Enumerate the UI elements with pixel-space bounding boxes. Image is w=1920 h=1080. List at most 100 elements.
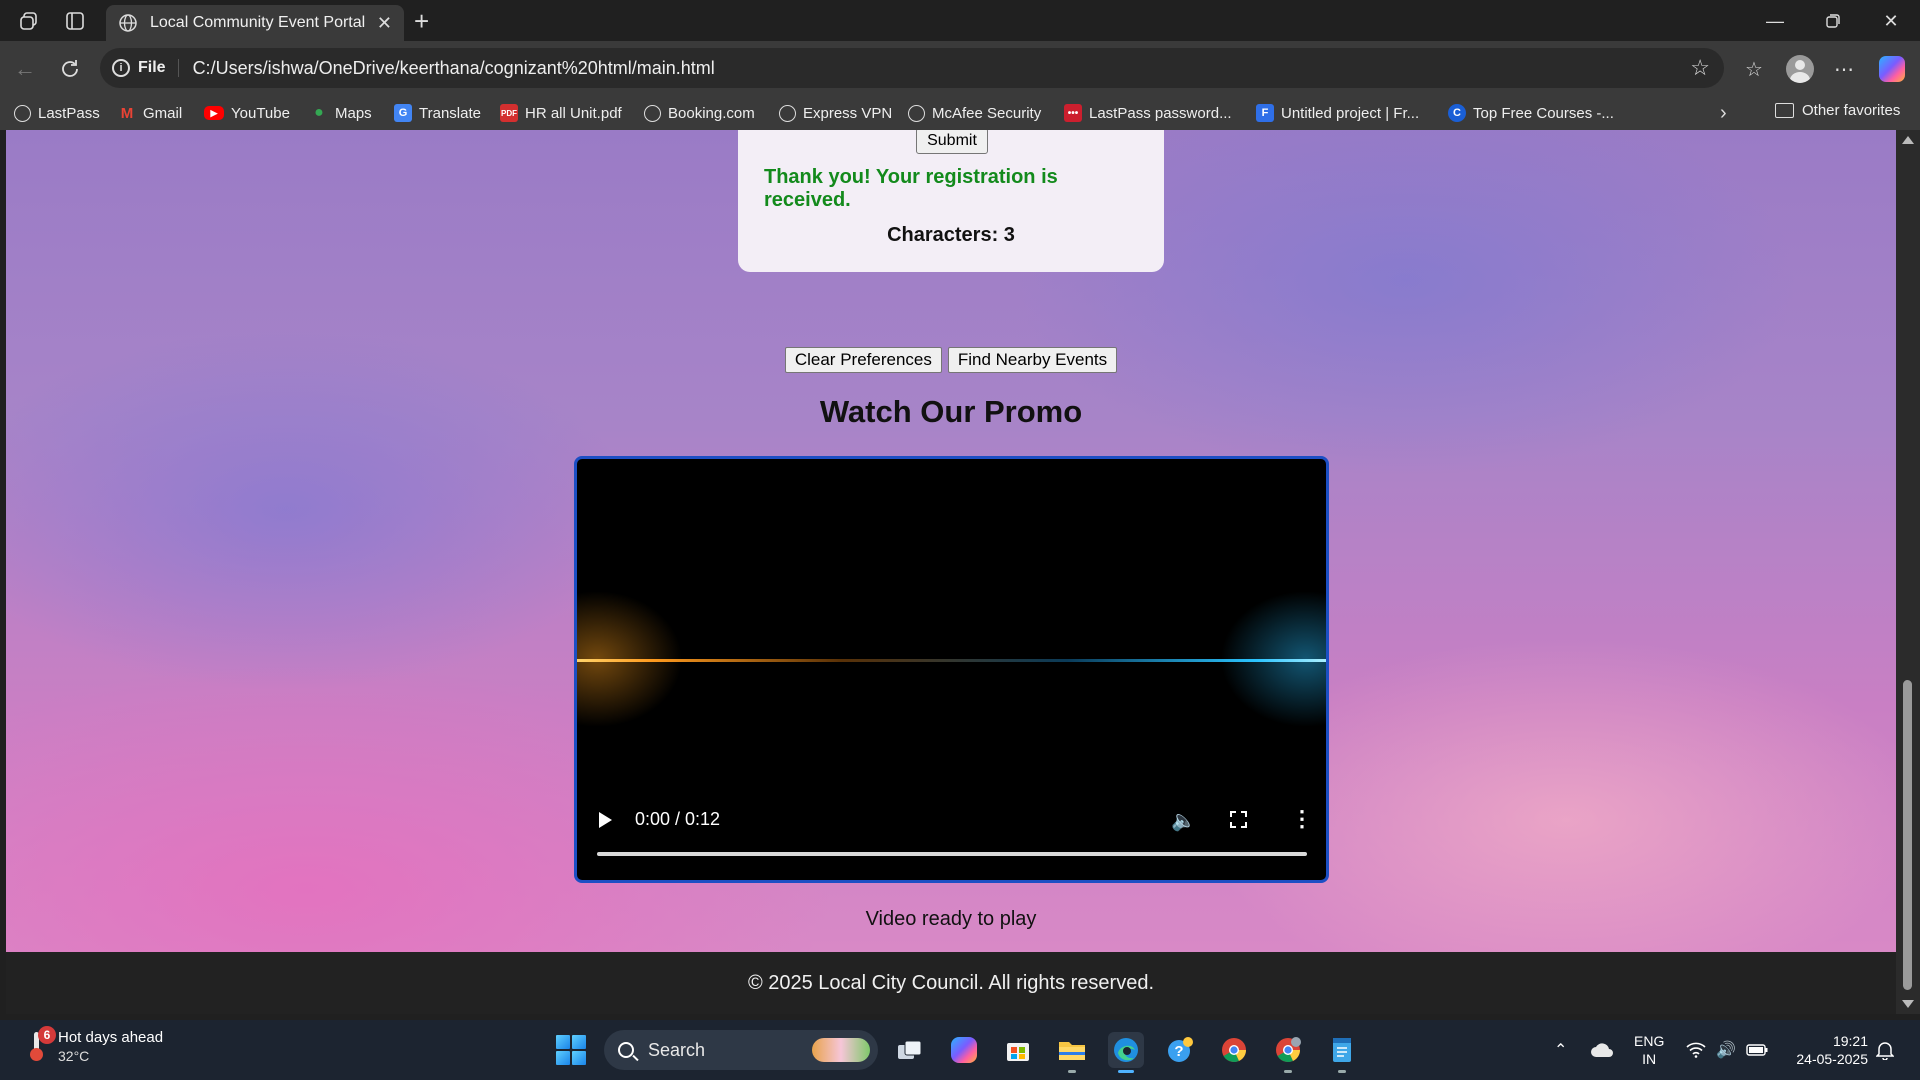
scrollbar-thumb[interactable] <box>1903 680 1912 990</box>
globe-icon <box>14 104 31 122</box>
title-bar: Local Community Event Portal ✕ + — ✕ <box>0 0 1920 41</box>
bookmark-label: McAfee Security <box>932 104 1042 122</box>
refresh-icon[interactable] <box>55 54 85 84</box>
bookmark-youtube[interactable]: ▶ YouTube <box>204 102 290 124</box>
address-url[interactable]: C:/Users/ishwa/OneDrive/keerthana/cogniz… <box>193 58 715 79</box>
globe-icon <box>644 104 661 122</box>
scroll-up-icon[interactable] <box>1902 136 1914 144</box>
edge-browser-icon[interactable] <box>1108 1032 1144 1073</box>
chevron-right-icon[interactable]: › <box>1720 102 1727 125</box>
close-tab-icon[interactable]: ✕ <box>377 13 392 34</box>
windows-start-icon[interactable] <box>556 1035 586 1065</box>
help-app-icon[interactable]: ? <box>1162 1032 1198 1068</box>
tab-active[interactable]: Local Community Event Portal ✕ <box>106 5 404 41</box>
copilot-button[interactable] <box>1876 53 1908 85</box>
bookmark-express-vpn[interactable]: Express VPN <box>779 102 892 124</box>
scroll-down-icon[interactable] <box>1902 1000 1914 1008</box>
profile-button[interactable] <box>1784 53 1816 85</box>
new-tab-button[interactable]: + <box>414 6 429 37</box>
address-bar[interactable]: i File C:/Users/ishwa/OneDrive/keerthana… <box>100 48 1724 88</box>
fullscreen-icon[interactable] <box>1230 811 1247 828</box>
wifi-icon[interactable] <box>1686 1020 1706 1080</box>
task-view-icon[interactable] <box>892 1032 928 1068</box>
search-highlight-image <box>812 1038 870 1062</box>
copilot-app-icon[interactable] <box>946 1032 982 1068</box>
maps-icon: ● <box>314 104 324 121</box>
clock-time: 19:21 <box>1832 1033 1868 1049</box>
minimize-button[interactable]: — <box>1760 8 1790 34</box>
thermometer-icon: 6 <box>24 1026 56 1064</box>
page-viewport: Submit Thank you! Your registration is r… <box>6 130 1896 952</box>
favorites-icon[interactable]: ☆ <box>1738 53 1770 85</box>
bookmark-translate[interactable]: G Translate <box>394 102 481 124</box>
character-count: Characters: 3 <box>887 224 1015 246</box>
notification-bell-icon[interactable] <box>1876 1020 1894 1080</box>
globe-icon <box>908 104 925 122</box>
other-favorites[interactable]: Other favorites <box>1775 102 1900 119</box>
weather-widget[interactable]: 6 Hot days ahead 32°C <box>24 1026 164 1064</box>
volume-icon[interactable]: 🔈 <box>1171 808 1196 833</box>
back-arrow-icon[interactable]: ← <box>10 54 40 84</box>
search-icon <box>618 1042 634 1058</box>
bookmark-top-free-courses[interactable]: C Top Free Courses -... <box>1448 102 1614 124</box>
gmail-icon: M <box>120 104 134 122</box>
bookmark-hr-pdf[interactable]: PDF HR all Unit.pdf <box>500 102 622 124</box>
bookmark-label: Booking.com <box>668 104 755 122</box>
bookmarks-bar: LastPass M Gmail ▶ YouTube ● Maps G Translat… <box>0 95 1920 130</box>
video-progress-bar[interactable] <box>597 852 1307 856</box>
address-scheme: File <box>138 59 179 77</box>
find-nearby-events-button[interactable]: Find Nearby Events <box>947 347 1118 373</box>
speaker-icon[interactable]: 🔊 <box>1716 1020 1736 1080</box>
vertical-tabs-icon[interactable] <box>62 8 88 34</box>
chevron-up-icon[interactable]: ⌃ <box>1554 1020 1567 1080</box>
weather-title: Hot days ahead <box>58 1028 164 1046</box>
promo-heading: Watch Our Promo <box>819 394 1083 429</box>
avatar <box>1786 55 1814 83</box>
other-favorites-label: Other favorites <box>1802 102 1901 119</box>
notepad-icon[interactable] <box>1324 1032 1360 1073</box>
bookmark-lastpass-password[interactable]: ••• LastPass password... <box>1064 102 1232 124</box>
bookmark-label: HR all Unit.pdf <box>525 104 622 122</box>
bookmark-untitled-project[interactable]: F Untitled project | Fr... <box>1256 102 1419 124</box>
play-icon[interactable] <box>599 812 612 828</box>
bookmark-mcafee[interactable]: McAfee Security <box>908 102 1041 124</box>
workspaces-icon[interactable] <box>16 8 42 34</box>
submit-button[interactable]: Submit <box>916 130 988 154</box>
restore-button[interactable] <box>1818 8 1848 34</box>
more-options-icon[interactable]: ⋯ <box>1828 53 1860 85</box>
bookmark-label: Untitled project | Fr... <box>1281 104 1420 122</box>
microsoft-store-icon[interactable] <box>1000 1032 1036 1068</box>
action-buttons: Clear Preferences Find Nearby Events <box>6 347 1896 373</box>
bookmark-maps[interactable]: ● Maps <box>310 102 372 124</box>
promo-video[interactable]: 0:00 / 0:12 🔈 ⋮ <box>574 456 1329 883</box>
close-window-button[interactable]: ✕ <box>1876 8 1906 34</box>
page-footer: © 2025 Local City Council. All rights re… <box>6 952 1896 1014</box>
onedrive-icon[interactable] <box>1590 1020 1614 1080</box>
favorite-star-icon[interactable]: ☆ <box>1690 55 1710 81</box>
scrollbar[interactable] <box>1896 130 1920 1014</box>
bookmark-lastpass[interactable]: LastPass <box>14 102 100 124</box>
course-icon: C <box>1448 104 1466 122</box>
globe-icon <box>119 14 137 32</box>
footer-text: © 2025 Local City Council. All rights re… <box>747 971 1155 994</box>
browser-toolbar: ← i File C:/Users/ishwa/OneDrive/keertha… <box>0 41 1920 95</box>
bookmark-gmail[interactable]: M Gmail <box>118 102 182 124</box>
info-icon[interactable]: i <box>112 59 130 77</box>
youtube-icon: ▶ <box>204 106 224 120</box>
chrome-icon[interactable] <box>1216 1032 1252 1068</box>
bookmark-label: LastPass <box>38 104 100 122</box>
chrome-profile-icon[interactable] <box>1270 1032 1306 1073</box>
tab-title: Local Community Event Portal <box>150 14 366 31</box>
video-frame-light-streak <box>577 659 1326 662</box>
file-explorer-icon[interactable] <box>1054 1032 1090 1073</box>
taskbar-search[interactable]: Search <box>604 1030 878 1070</box>
video-more-icon[interactable]: ⋮ <box>1291 808 1313 830</box>
registration-card: Submit Thank you! Your registration is r… <box>738 130 1164 272</box>
clear-preferences-button[interactable]: Clear Preferences <box>784 347 942 373</box>
system-clock[interactable]: 19:21 24-05-2025 <box>1784 1032 1868 1068</box>
bookmark-label: Gmail <box>143 104 183 122</box>
language-indicator[interactable]: ENG IN <box>1634 1032 1664 1068</box>
svg-text:?: ? <box>1174 1043 1183 1060</box>
bookmark-booking[interactable]: Booking.com <box>644 102 755 124</box>
battery-icon[interactable] <box>1746 1020 1768 1080</box>
